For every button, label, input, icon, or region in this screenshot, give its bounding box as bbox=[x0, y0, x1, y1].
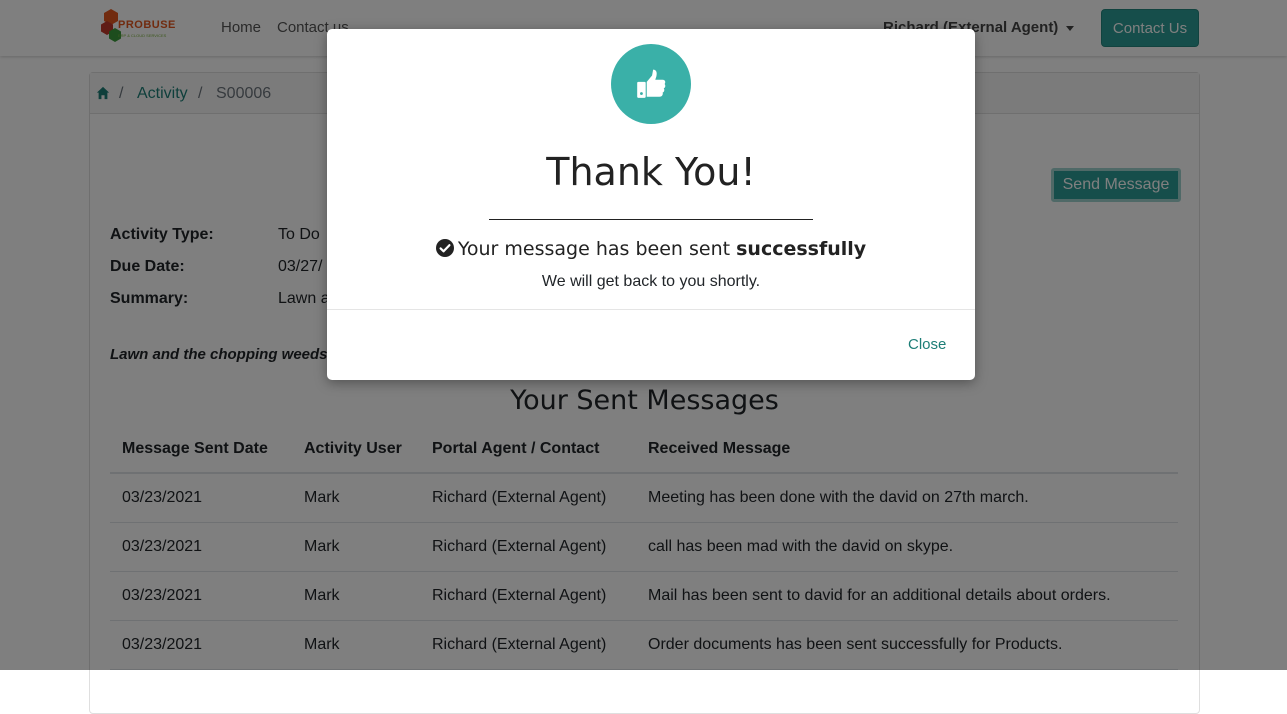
modal-footer-divider bbox=[327, 309, 975, 310]
modal-message: Your message has been sent successfully bbox=[327, 238, 975, 260]
modal-message-bold: successfully bbox=[736, 238, 867, 260]
check-circle-icon bbox=[435, 239, 454, 257]
modal-title: Thank You! bbox=[546, 150, 756, 194]
modal-subtext: We will get back to you shortly. bbox=[541, 273, 761, 290]
modal-divider bbox=[489, 219, 813, 220]
thank-you-modal: Thank You! Your message has been sent su… bbox=[327, 29, 975, 380]
thumbs-up-icon bbox=[637, 69, 666, 98]
close-button[interactable]: Close bbox=[908, 336, 946, 353]
thumb-badge bbox=[611, 44, 691, 124]
modal-message-text: Your message has been sent bbox=[457, 238, 737, 260]
